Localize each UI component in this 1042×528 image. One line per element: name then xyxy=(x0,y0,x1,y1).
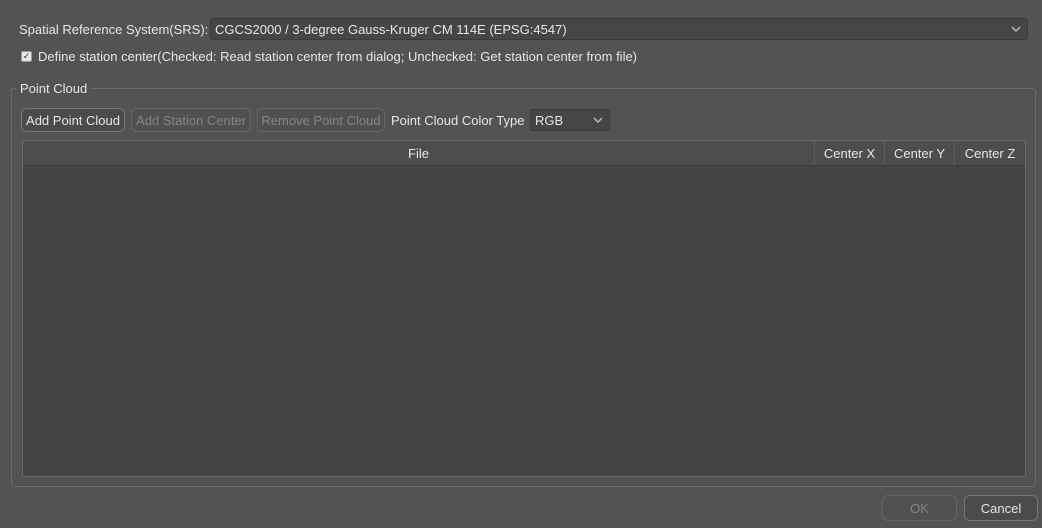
remove-point-cloud-button[interactable]: Remove Point Cloud xyxy=(257,108,385,132)
column-header-center-x[interactable]: Center X xyxy=(815,141,885,165)
point-cloud-group-title: Point Cloud xyxy=(16,81,92,96)
column-header-center-y[interactable]: Center Y xyxy=(885,141,955,165)
define-station-center-row[interactable]: ✓ Define station center(Checked: Read st… xyxy=(21,49,637,64)
srs-select-value: CGCS2000 / 3-degree Gauss-Kruger CM 114E… xyxy=(215,21,567,37)
color-type-value: RGB xyxy=(535,112,564,128)
add-station-center-button[interactable]: Add Station Center xyxy=(131,108,251,132)
define-station-center-label: Define station center(Checked: Read stat… xyxy=(38,49,638,64)
checkmark-icon: ✓ xyxy=(22,51,31,61)
ok-button[interactable]: OK xyxy=(882,495,957,521)
point-cloud-table[interactable]: File Center X Center Y Center Z xyxy=(22,140,1026,477)
column-header-file[interactable]: File xyxy=(23,141,815,165)
chevron-down-icon xyxy=(587,110,609,130)
color-type-select[interactable]: RGB xyxy=(530,109,610,131)
color-type-label: Point Cloud Color Type xyxy=(391,113,525,128)
srs-select[interactable]: CGCS2000 / 3-degree Gauss-Kruger CM 114E… xyxy=(210,18,1028,40)
chevron-down-icon xyxy=(1005,19,1027,39)
cancel-button[interactable]: Cancel xyxy=(964,495,1038,521)
srs-label: Spatial Reference System(SRS): xyxy=(19,22,209,37)
column-header-center-z[interactable]: Center Z xyxy=(955,141,1025,165)
define-station-center-checkbox[interactable]: ✓ xyxy=(21,51,32,62)
table-header: File Center X Center Y Center Z xyxy=(23,141,1025,166)
add-point-cloud-button[interactable]: Add Point Cloud xyxy=(21,108,125,132)
